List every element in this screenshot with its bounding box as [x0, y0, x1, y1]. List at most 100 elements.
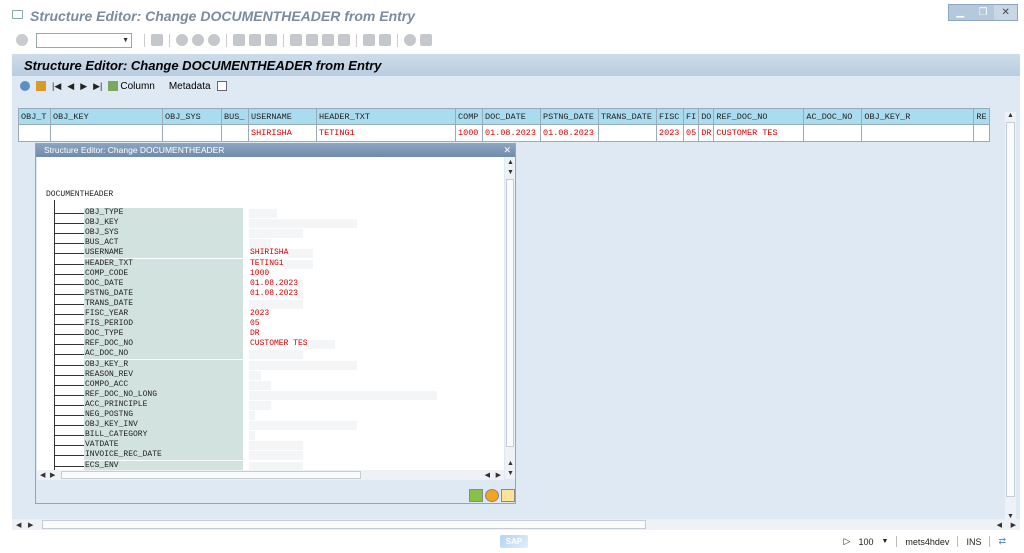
field-value[interactable] [249, 430, 250, 440]
refresh-icon[interactable] [20, 81, 30, 91]
help-icon[interactable] [485, 489, 499, 502]
find-next-icon[interactable] [265, 34, 277, 46]
field-value[interactable]: SHIRISHA [249, 248, 289, 259]
chevron-down-icon[interactable]: ▼ [122, 37, 129, 44]
field-value[interactable]: TETING1 [249, 258, 284, 269]
main-vertical-scrollbar[interactable]: ▲ ▼ [1005, 112, 1016, 520]
column-header[interactable]: FISC [656, 108, 684, 125]
field-value[interactable] [249, 228, 250, 238]
field-input-box[interactable] [249, 360, 357, 370]
main-horizontal-scrollbar[interactable]: ◀ ▶ ◀ ▶ [12, 519, 1020, 530]
column-header[interactable]: OBJ_KEY_R [861, 108, 975, 125]
field-value[interactable] [249, 349, 250, 359]
table-cell[interactable] [162, 124, 222, 142]
field-value[interactable]: CUSTOMER TES [249, 339, 308, 350]
field-input-box[interactable] [249, 370, 261, 380]
chevron-down-icon[interactable]: ▼ [881, 538, 888, 545]
enter-icon[interactable] [16, 34, 28, 46]
scrollbar-thumb[interactable] [61, 471, 361, 479]
scroll-left-icon[interactable]: ◀ [40, 471, 45, 479]
continue-icon[interactable] [469, 489, 483, 502]
field-value[interactable] [249, 410, 250, 420]
field-value[interactable]: 1000 [249, 268, 270, 279]
print-icon[interactable] [233, 34, 245, 46]
dialog-horizontal-scrollbar[interactable]: ◀ ▶ ◀ ▶ [37, 470, 504, 480]
table-cell[interactable]: 01.08.2023 [540, 124, 599, 142]
column-header[interactable]: FI [682, 108, 700, 125]
table-cell[interactable] [973, 124, 990, 142]
first-page-icon[interactable] [290, 34, 302, 46]
zoom-level[interactable]: 100 [858, 537, 873, 547]
layout-menu-icon[interactable] [420, 34, 432, 46]
scroll-right-icon[interactable]: ▶ [28, 521, 33, 529]
tree-root[interactable]: DOCUMENTHEADER [46, 190, 113, 199]
field-input-box[interactable] [249, 380, 271, 390]
display-icon[interactable] [501, 489, 515, 502]
scroll-down-icon[interactable]: ▼ [507, 169, 514, 176]
column-header[interactable]: OBJ_T [18, 108, 51, 125]
column-header[interactable]: AC_DOC_NO [803, 108, 863, 125]
field-value[interactable] [249, 450, 250, 460]
field-input-box[interactable] [249, 451, 303, 461]
copy-icon[interactable] [216, 81, 227, 91]
find-icon[interactable] [249, 34, 261, 46]
exit-icon[interactable] [192, 34, 204, 46]
field-value[interactable]: DR [249, 329, 260, 340]
field-value[interactable]: 05 [249, 319, 260, 330]
command-field[interactable]: ▼ [36, 32, 132, 48]
minimize-icon[interactable]: ▁ [949, 5, 972, 20]
previous-entry-icon[interactable]: ◀ [67, 81, 74, 92]
new-session-icon[interactable] [363, 34, 375, 46]
last-page-icon[interactable] [338, 34, 350, 46]
column-header[interactable]: USERNAME [248, 108, 317, 125]
field-value[interactable] [249, 370, 250, 380]
table-cell[interactable]: CUSTOMER TES [713, 124, 805, 142]
field-input-box[interactable] [249, 390, 437, 400]
table-cell[interactable]: 1000 [455, 124, 483, 142]
field-value[interactable]: 01.08.2023 [249, 278, 299, 289]
table-cell[interactable]: SHIRISHA [248, 124, 317, 142]
dialog-vertical-scrollbar[interactable]: ▲ ▼ ▲ ▼ [505, 157, 515, 479]
cancel-icon[interactable] [208, 34, 220, 46]
next-entry-icon[interactable]: ▶ [80, 81, 87, 92]
first-entry-icon[interactable]: |◀ [52, 81, 61, 92]
last-entry-icon[interactable]: ▶| [93, 81, 102, 92]
field-input-box[interactable] [249, 350, 303, 360]
field-input-box[interactable] [249, 441, 303, 451]
table-cell[interactable]: DR [698, 124, 715, 142]
field-value[interactable] [249, 440, 250, 450]
column-header[interactable]: DOC_DATE [482, 108, 541, 125]
field-value[interactable] [249, 390, 250, 400]
field-value[interactable] [249, 360, 250, 370]
field-input-box[interactable] [249, 209, 277, 218]
switch-icon[interactable]: ⇄ [998, 536, 1006, 547]
back-icon[interactable] [176, 34, 188, 46]
dialog-titlebar[interactable]: Structure Editor: Change DOCUMENTHEADER … [36, 144, 515, 157]
field-value[interactable] [249, 380, 250, 390]
column-button[interactable]: Column [108, 81, 155, 92]
field-value[interactable] [249, 420, 250, 430]
scroll-up-icon[interactable]: ▲ [1007, 112, 1014, 119]
column-header[interactable]: COMP [455, 108, 483, 125]
close-icon[interactable]: ✕ [994, 5, 1018, 20]
scroll-down-icon[interactable]: ▼ [507, 470, 514, 477]
table-cell[interactable]: 05 [682, 124, 700, 142]
table-cell[interactable] [50, 124, 163, 142]
maximize-icon[interactable]: ❐ [972, 5, 995, 20]
close-icon[interactable]: ✕ [503, 144, 511, 157]
field-value[interactable]: 2023 [249, 309, 270, 319]
field-value[interactable] [249, 461, 250, 471]
field-input-box[interactable] [249, 299, 303, 309]
field-value[interactable] [249, 208, 250, 218]
next-page-icon[interactable] [322, 34, 334, 46]
table-cell[interactable] [861, 124, 975, 142]
field-value[interactable] [249, 238, 250, 248]
table-cell[interactable] [18, 124, 51, 142]
save-icon[interactable] [151, 34, 163, 46]
scroll-up-icon[interactable]: ▲ [507, 159, 514, 166]
scroll-left-icon[interactable]: ◀ [16, 521, 21, 529]
field-value[interactable] [249, 400, 250, 410]
field-input-box[interactable] [249, 219, 357, 229]
field-value[interactable] [249, 218, 250, 228]
scrollbar-thumb[interactable] [506, 179, 514, 447]
